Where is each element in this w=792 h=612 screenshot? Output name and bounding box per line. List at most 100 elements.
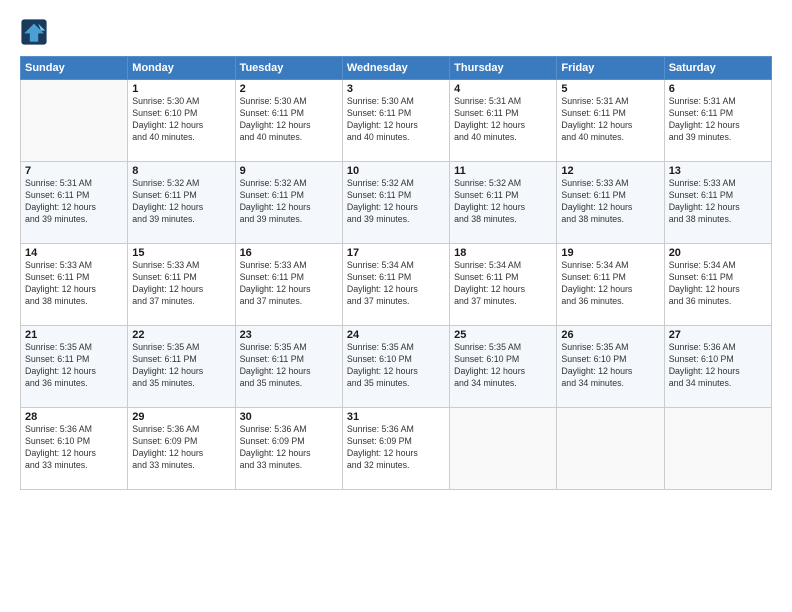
day-info: Sunrise: 5:30 AM Sunset: 6:10 PM Dayligh… bbox=[132, 96, 230, 144]
day-cell: 16Sunrise: 5:33 AM Sunset: 6:11 PM Dayli… bbox=[235, 244, 342, 326]
day-cell bbox=[450, 408, 557, 490]
day-info: Sunrise: 5:34 AM Sunset: 6:11 PM Dayligh… bbox=[347, 260, 445, 308]
day-info: Sunrise: 5:33 AM Sunset: 6:11 PM Dayligh… bbox=[561, 178, 659, 226]
week-row-2: 7Sunrise: 5:31 AM Sunset: 6:11 PM Daylig… bbox=[21, 162, 772, 244]
weekday-header-sunday: Sunday bbox=[21, 57, 128, 80]
calendar-page: SundayMondayTuesdayWednesdayThursdayFrid… bbox=[0, 0, 792, 612]
day-number: 8 bbox=[132, 165, 230, 177]
day-number: 27 bbox=[669, 329, 767, 341]
day-info: Sunrise: 5:35 AM Sunset: 6:11 PM Dayligh… bbox=[132, 342, 230, 390]
day-info: Sunrise: 5:30 AM Sunset: 6:11 PM Dayligh… bbox=[240, 96, 338, 144]
day-info: Sunrise: 5:33 AM Sunset: 6:11 PM Dayligh… bbox=[240, 260, 338, 308]
day-number: 4 bbox=[454, 83, 552, 95]
day-number: 22 bbox=[132, 329, 230, 341]
day-number: 3 bbox=[347, 83, 445, 95]
day-info: Sunrise: 5:30 AM Sunset: 6:11 PM Dayligh… bbox=[347, 96, 445, 144]
day-number: 29 bbox=[132, 411, 230, 423]
day-number: 20 bbox=[669, 247, 767, 259]
day-cell: 4Sunrise: 5:31 AM Sunset: 6:11 PM Daylig… bbox=[450, 80, 557, 162]
calendar-table: SundayMondayTuesdayWednesdayThursdayFrid… bbox=[20, 56, 772, 490]
day-info: Sunrise: 5:34 AM Sunset: 6:11 PM Dayligh… bbox=[669, 260, 767, 308]
day-number: 31 bbox=[347, 411, 445, 423]
day-info: Sunrise: 5:36 AM Sunset: 6:10 PM Dayligh… bbox=[25, 424, 123, 472]
weekday-header-tuesday: Tuesday bbox=[235, 57, 342, 80]
day-number: 21 bbox=[25, 329, 123, 341]
day-info: Sunrise: 5:31 AM Sunset: 6:11 PM Dayligh… bbox=[454, 96, 552, 144]
day-cell: 6Sunrise: 5:31 AM Sunset: 6:11 PM Daylig… bbox=[664, 80, 771, 162]
day-cell: 1Sunrise: 5:30 AM Sunset: 6:10 PM Daylig… bbox=[128, 80, 235, 162]
header bbox=[20, 18, 772, 46]
day-number: 14 bbox=[25, 247, 123, 259]
day-cell: 27Sunrise: 5:36 AM Sunset: 6:10 PM Dayli… bbox=[664, 326, 771, 408]
week-row-4: 21 Sunrise: 5:35 AM Sunset: 6:11 PM Dayli… bbox=[21, 326, 772, 408]
day-info: Sunrise: 5:35 AM Sunset: 6:11 PM Dayligh… bbox=[240, 342, 338, 390]
day-info: Sunrise: 5:33 AM Sunset: 6:11 PM Dayligh… bbox=[669, 178, 767, 226]
day-number: 12 bbox=[561, 165, 659, 177]
day-cell bbox=[21, 80, 128, 162]
day-cell: 22Sunrise: 5:35 AM Sunset: 6:11 PM Dayli… bbox=[128, 326, 235, 408]
day-cell: 9Sunrise: 5:32 AM Sunset: 6:11 PM Daylig… bbox=[235, 162, 342, 244]
day-number: 11 bbox=[454, 165, 552, 177]
day-number: 1 bbox=[132, 83, 230, 95]
day-info: Sunrise: 5:32 AM Sunset: 6:11 PM Dayligh… bbox=[454, 178, 552, 226]
day-info: Sunrise: 5:36 AM Sunset: 6:09 PM Dayligh… bbox=[347, 424, 445, 472]
week-row-5: 28Sunrise: 5:36 AM Sunset: 6:10 PM Dayli… bbox=[21, 408, 772, 490]
day-cell: 17Sunrise: 5:34 AM Sunset: 6:11 PM Dayli… bbox=[342, 244, 449, 326]
day-info: Sunrise: 5:31 AM Sunset: 6:11 PM Dayligh… bbox=[561, 96, 659, 144]
day-cell: 28Sunrise: 5:36 AM Sunset: 6:10 PM Dayli… bbox=[21, 408, 128, 490]
day-info: Sunrise: 5:36 AM Sunset: 6:10 PM Dayligh… bbox=[669, 342, 767, 390]
week-row-1: 1Sunrise: 5:30 AM Sunset: 6:10 PM Daylig… bbox=[21, 80, 772, 162]
day-info: Sunrise: 5:35 AM Sunset: 6:10 PM Dayligh… bbox=[454, 342, 552, 390]
day-cell: 24Sunrise: 5:35 AM Sunset: 6:10 PM Dayli… bbox=[342, 326, 449, 408]
day-number: 17 bbox=[347, 247, 445, 259]
weekday-header-row: SundayMondayTuesdayWednesdayThursdayFrid… bbox=[21, 57, 772, 80]
day-number: 15 bbox=[132, 247, 230, 259]
day-info: Sunrise: 5:36 AM Sunset: 6:09 PM Dayligh… bbox=[132, 424, 230, 472]
logo bbox=[20, 18, 52, 46]
day-cell: 12Sunrise: 5:33 AM Sunset: 6:11 PM Dayli… bbox=[557, 162, 664, 244]
day-number: 16 bbox=[240, 247, 338, 259]
day-info: Sunrise: 5:32 AM Sunset: 6:11 PM Dayligh… bbox=[132, 178, 230, 226]
weekday-header-wednesday: Wednesday bbox=[342, 57, 449, 80]
day-cell: 20Sunrise: 5:34 AM Sunset: 6:11 PM Dayli… bbox=[664, 244, 771, 326]
day-info: Sunrise: 5:34 AM Sunset: 6:11 PM Dayligh… bbox=[454, 260, 552, 308]
day-cell: 14Sunrise: 5:33 AM Sunset: 6:11 PM Dayli… bbox=[21, 244, 128, 326]
day-number: 25 bbox=[454, 329, 552, 341]
day-cell bbox=[557, 408, 664, 490]
day-cell: 13Sunrise: 5:33 AM Sunset: 6:11 PM Dayli… bbox=[664, 162, 771, 244]
day-cell: 3Sunrise: 5:30 AM Sunset: 6:11 PM Daylig… bbox=[342, 80, 449, 162]
day-info: Sunrise: 5:31 AM Sunset: 6:11 PM Dayligh… bbox=[25, 178, 123, 226]
day-info: Sunrise: 5:33 AM Sunset: 6:11 PM Dayligh… bbox=[25, 260, 123, 308]
day-cell: 7Sunrise: 5:31 AM Sunset: 6:11 PM Daylig… bbox=[21, 162, 128, 244]
day-cell: 10Sunrise: 5:32 AM Sunset: 6:11 PM Dayli… bbox=[342, 162, 449, 244]
day-cell: 5Sunrise: 5:31 AM Sunset: 6:11 PM Daylig… bbox=[557, 80, 664, 162]
day-info: Sunrise: 5:32 AM Sunset: 6:11 PM Dayligh… bbox=[240, 178, 338, 226]
weekday-header-saturday: Saturday bbox=[664, 57, 771, 80]
day-cell: 30Sunrise: 5:36 AM Sunset: 6:09 PM Dayli… bbox=[235, 408, 342, 490]
day-cell: 19Sunrise: 5:34 AM Sunset: 6:11 PM Dayli… bbox=[557, 244, 664, 326]
day-info: Sunrise: 5:35 AM Sunset: 6:10 PM Dayligh… bbox=[561, 342, 659, 390]
day-number: 23 bbox=[240, 329, 338, 341]
day-info: Sunrise: 5:31 AM Sunset: 6:11 PM Dayligh… bbox=[669, 96, 767, 144]
day-info: Sunrise: 5:35 AM Sunset: 6:10 PM Dayligh… bbox=[347, 342, 445, 390]
day-info: Sunrise: 5:36 AM Sunset: 6:09 PM Dayligh… bbox=[240, 424, 338, 472]
day-number: 19 bbox=[561, 247, 659, 259]
day-number: 7 bbox=[25, 165, 123, 177]
day-number: 2 bbox=[240, 83, 338, 95]
weekday-header-thursday: Thursday bbox=[450, 57, 557, 80]
weekday-header-monday: Monday bbox=[128, 57, 235, 80]
day-number: 5 bbox=[561, 83, 659, 95]
weekday-header-friday: Friday bbox=[557, 57, 664, 80]
day-cell: 26Sunrise: 5:35 AM Sunset: 6:10 PM Dayli… bbox=[557, 326, 664, 408]
day-number: 10 bbox=[347, 165, 445, 177]
day-cell: 18Sunrise: 5:34 AM Sunset: 6:11 PM Dayli… bbox=[450, 244, 557, 326]
day-cell: 11Sunrise: 5:32 AM Sunset: 6:11 PM Dayli… bbox=[450, 162, 557, 244]
day-cell: 15Sunrise: 5:33 AM Sunset: 6:11 PM Dayli… bbox=[128, 244, 235, 326]
day-cell: 2Sunrise: 5:30 AM Sunset: 6:11 PM Daylig… bbox=[235, 80, 342, 162]
day-number: 30 bbox=[240, 411, 338, 423]
day-cell: 8Sunrise: 5:32 AM Sunset: 6:11 PM Daylig… bbox=[128, 162, 235, 244]
day-cell bbox=[664, 408, 771, 490]
day-cell: 29Sunrise: 5:36 AM Sunset: 6:09 PM Dayli… bbox=[128, 408, 235, 490]
day-info: Sunrise: 5:34 AM Sunset: 6:11 PM Dayligh… bbox=[561, 260, 659, 308]
day-number: 13 bbox=[669, 165, 767, 177]
